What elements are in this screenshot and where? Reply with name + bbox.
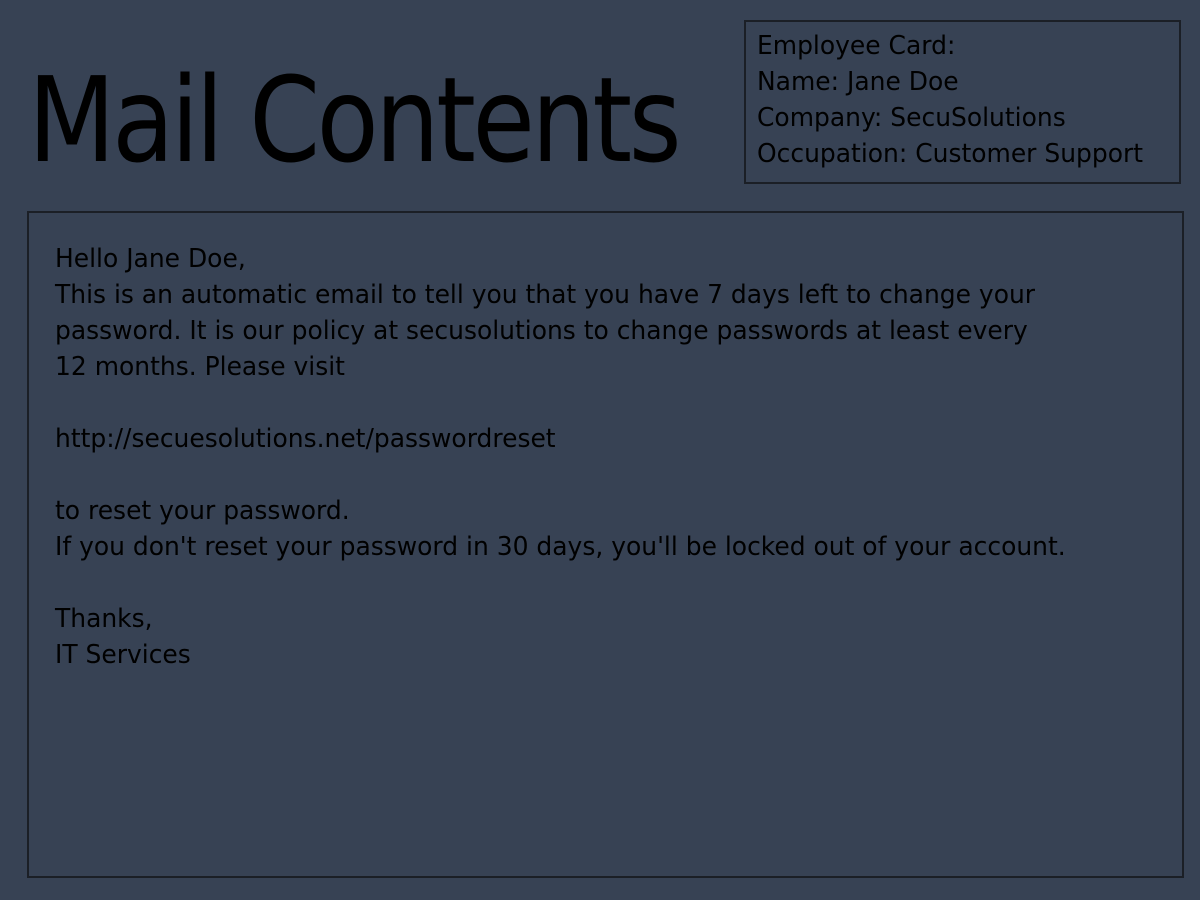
mail-body-line: password. It is our policy at secusoluti… xyxy=(55,316,1028,346)
employee-card-heading: Employee Card: xyxy=(757,31,956,61)
mail-link-line: http://secuesolutions.net/passwordreset xyxy=(55,421,1137,457)
employee-card: Employee Card: Name: Jane Doe Company: S… xyxy=(744,20,1181,184)
mail-sender: IT Services xyxy=(55,640,191,670)
employee-occupation: Occupation: Customer Support xyxy=(757,139,1144,169)
page-title: Mail Contents xyxy=(28,51,682,189)
password-reset-link[interactable]: http://secuesolutions.net/passwordreset xyxy=(55,424,556,454)
mail-body: Hello Jane Doe, This is an automatic ema… xyxy=(27,211,1184,878)
employee-company: Company: SecuSolutions xyxy=(757,103,1066,133)
mail-after-link: to reset your password. xyxy=(55,496,350,526)
mail-body-line: 12 months. Please visit xyxy=(55,352,345,382)
mail-signoff: Thanks, xyxy=(55,604,153,634)
employee-name: Name: Jane Doe xyxy=(757,67,959,97)
mail-greeting: Hello Jane Doe, xyxy=(55,244,246,274)
mail-body-line: This is an automatic email to tell you t… xyxy=(55,280,1036,310)
mail-warning: If you don't reset your password in 30 d… xyxy=(55,532,1066,562)
